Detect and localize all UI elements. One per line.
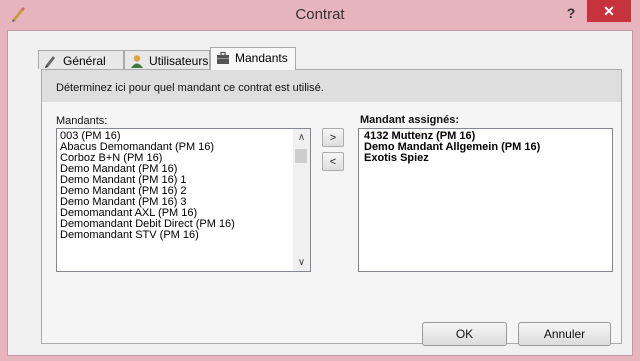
ok-button[interactable]: OK [422,322,507,346]
available-clients-list[interactable]: 003 (PM 16) Abacus Demomandant (PM 16) C… [56,128,311,272]
cancel-button[interactable]: Annuler [518,322,611,346]
assigned-clients-list[interactable]: 4132 Muttenz (PM 16) Demo Mandant Allgem… [358,128,613,272]
remove-client-button[interactable]: < [322,152,344,171]
tab-users-label: Utilisateurs [149,54,209,68]
tab-clients[interactable]: Mandants [210,47,296,70]
list-item[interactable]: Demomandant STV (PM 16) [57,230,293,241]
tab-general-label: Général [63,54,106,68]
vertical-scrollbar[interactable]: ∧ ∨ [293,129,310,271]
user-icon [131,55,143,68]
tab-clients-label: Mandants [235,51,288,65]
list-item[interactable]: Exotis Spiez [359,153,612,164]
assigned-clients-label: Mandant assignés: [360,114,460,126]
scroll-up-arrow-icon[interactable]: ∧ [293,129,310,146]
contract-dialog: Contrat ? ✕ Général Utilisateurs Mandant… [0,0,640,361]
pencil-icon [45,56,55,68]
window-title: Contrat [295,6,345,23]
scrollbar-thumb[interactable] [295,149,307,163]
clients-panel: Déterminez ici pour quel mandant ce cont… [41,69,622,344]
scroll-down-arrow-icon[interactable]: ∨ [293,254,310,271]
available-clients-label: Mandants: [56,115,108,127]
title-bar[interactable]: Contrat ? ✕ [0,0,640,30]
add-client-button[interactable]: > [322,128,344,147]
tab-users[interactable]: Utilisateurs [124,50,210,69]
close-button[interactable]: ✕ [587,0,631,22]
panel-description: Déterminez ici pour quel mandant ce cont… [56,82,324,94]
briefcase-icon [217,51,229,64]
dialog-body: Général Utilisateurs Mandants Déterminez… [7,30,633,356]
tab-general[interactable]: Général [38,50,124,69]
panel-header: Déterminez ici pour quel mandant ce cont… [42,70,621,102]
help-button[interactable]: ? [558,2,584,24]
